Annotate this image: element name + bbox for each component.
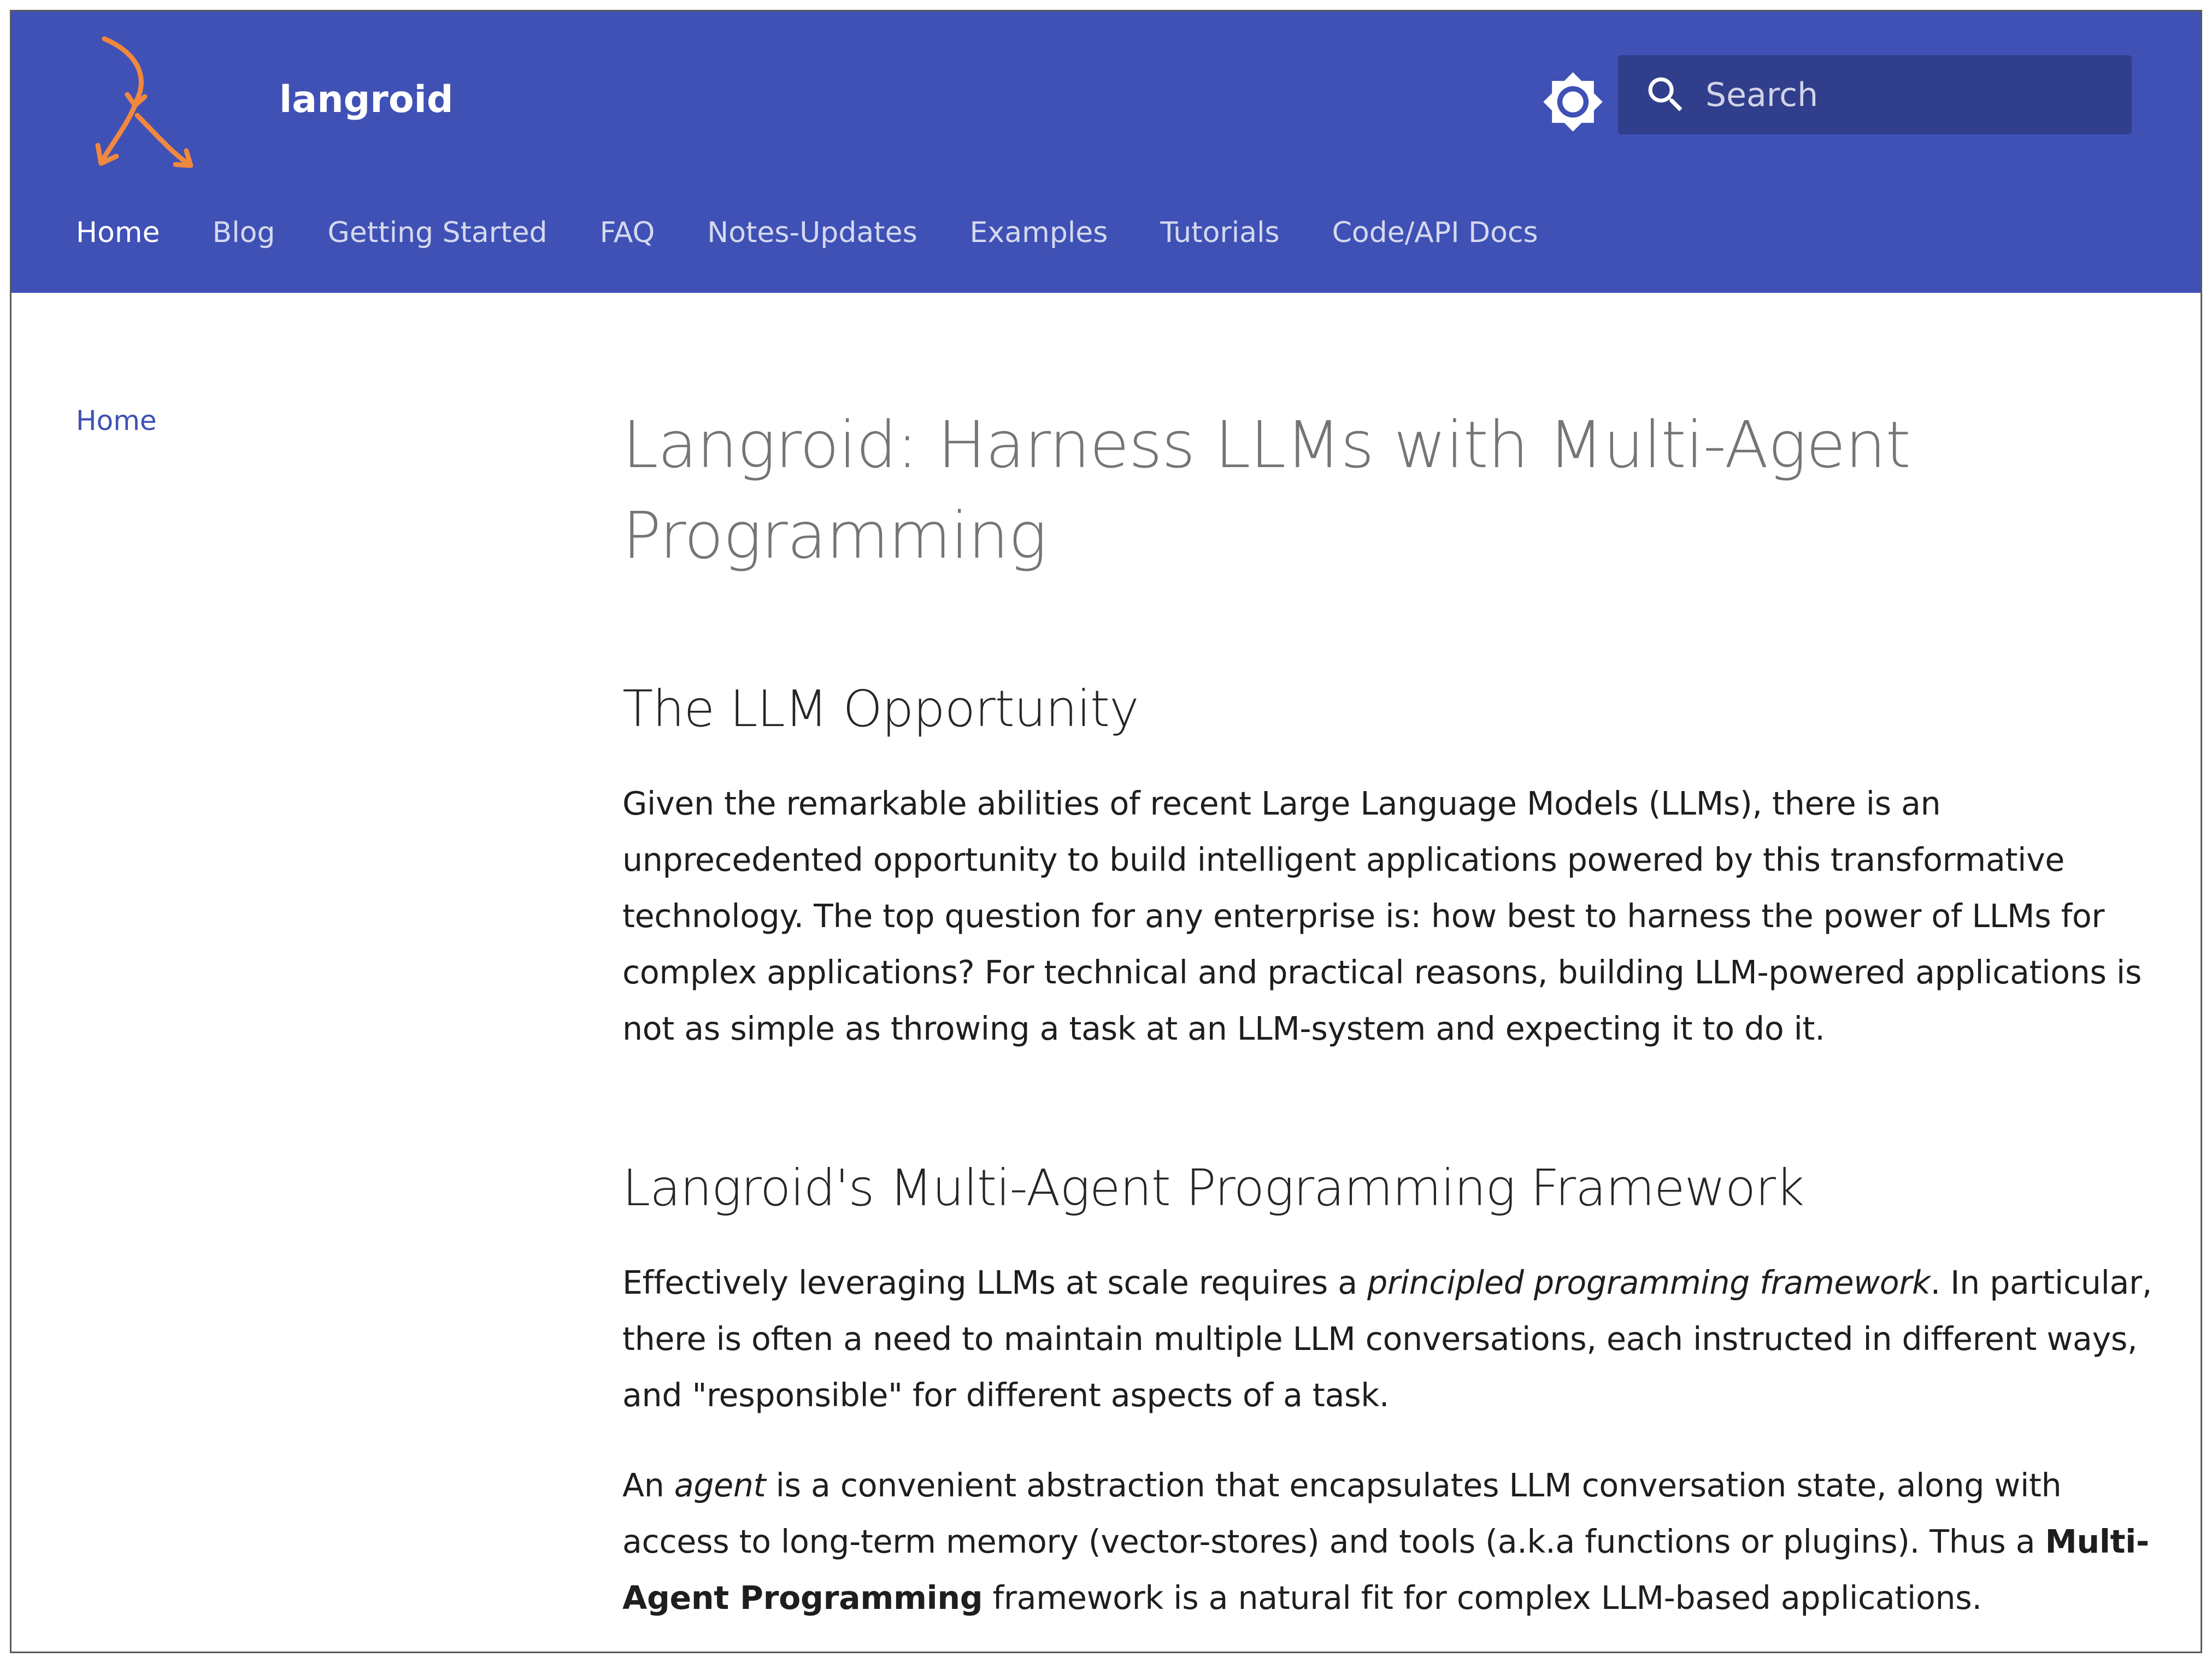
- tab-notes-updates[interactable]: Notes-Updates: [707, 216, 917, 249]
- section-heading-multi-agent-framework: Langroid's Multi-Agent Programming Frame…: [622, 1159, 1804, 1217]
- tab-blog[interactable]: Blog: [213, 216, 275, 249]
- site-title[interactable]: langroid: [279, 73, 454, 127]
- search-icon[interactable]: [1643, 72, 1689, 118]
- emphasis-text: principled programming framework: [1367, 1264, 1931, 1301]
- brightness-icon[interactable]: [1542, 70, 1604, 133]
- page-title: Langroid: Harness LLMs with Multi-Agent …: [622, 407, 1911, 573]
- tab-tutorials[interactable]: Tutorials: [1160, 216, 1279, 249]
- paragraph-agent-definition: An agent is a convenient abstraction tha…: [622, 1458, 2152, 1626]
- paragraph-text: Effectively leveraging LLMs at scale req…: [622, 1264, 1368, 1301]
- tab-home[interactable]: Home: [76, 216, 160, 249]
- top-nav-tabs: Home Blog Getting Started FAQ Notes-Upda…: [76, 205, 1591, 260]
- paragraph-text: An: [622, 1467, 674, 1504]
- tab-code-api-docs[interactable]: Code/API Docs: [1332, 216, 1538, 249]
- emphasis-text: agent: [674, 1467, 766, 1504]
- paragraph-text: framework is a natural fit for complex L…: [983, 1579, 1982, 1617]
- search-input[interactable]: [1705, 69, 2110, 121]
- paragraph-text: is a convenient abstraction that encapsu…: [622, 1467, 2062, 1560]
- tab-faq[interactable]: FAQ: [600, 216, 655, 249]
- tab-getting-started[interactable]: Getting Started: [328, 216, 548, 249]
- sidebar-item-home[interactable]: Home: [76, 405, 157, 437]
- sidebar-nav: Home: [76, 405, 157, 437]
- search-box[interactable]: [1618, 55, 2132, 134]
- paragraph-framework-intro: Effectively leveraging LLMs at scale req…: [622, 1255, 2152, 1424]
- site-header: langroid Home Blog Getting Started FAQ N…: [11, 11, 2201, 293]
- main-content: Langroid: Harness LLMs with Multi-Agent …: [622, 399, 2152, 1626]
- section-heading-llm-opportunity: The LLM Opportunity: [622, 680, 1139, 738]
- tab-examples[interactable]: Examples: [970, 216, 1108, 249]
- paragraph-llm-opportunity: Given the remarkable abilities of recent…: [622, 785, 2142, 1047]
- langroid-logo-icon[interactable]: [88, 33, 208, 170]
- browser-frame: langroid Home Blog Getting Started FAQ N…: [10, 10, 2202, 1653]
